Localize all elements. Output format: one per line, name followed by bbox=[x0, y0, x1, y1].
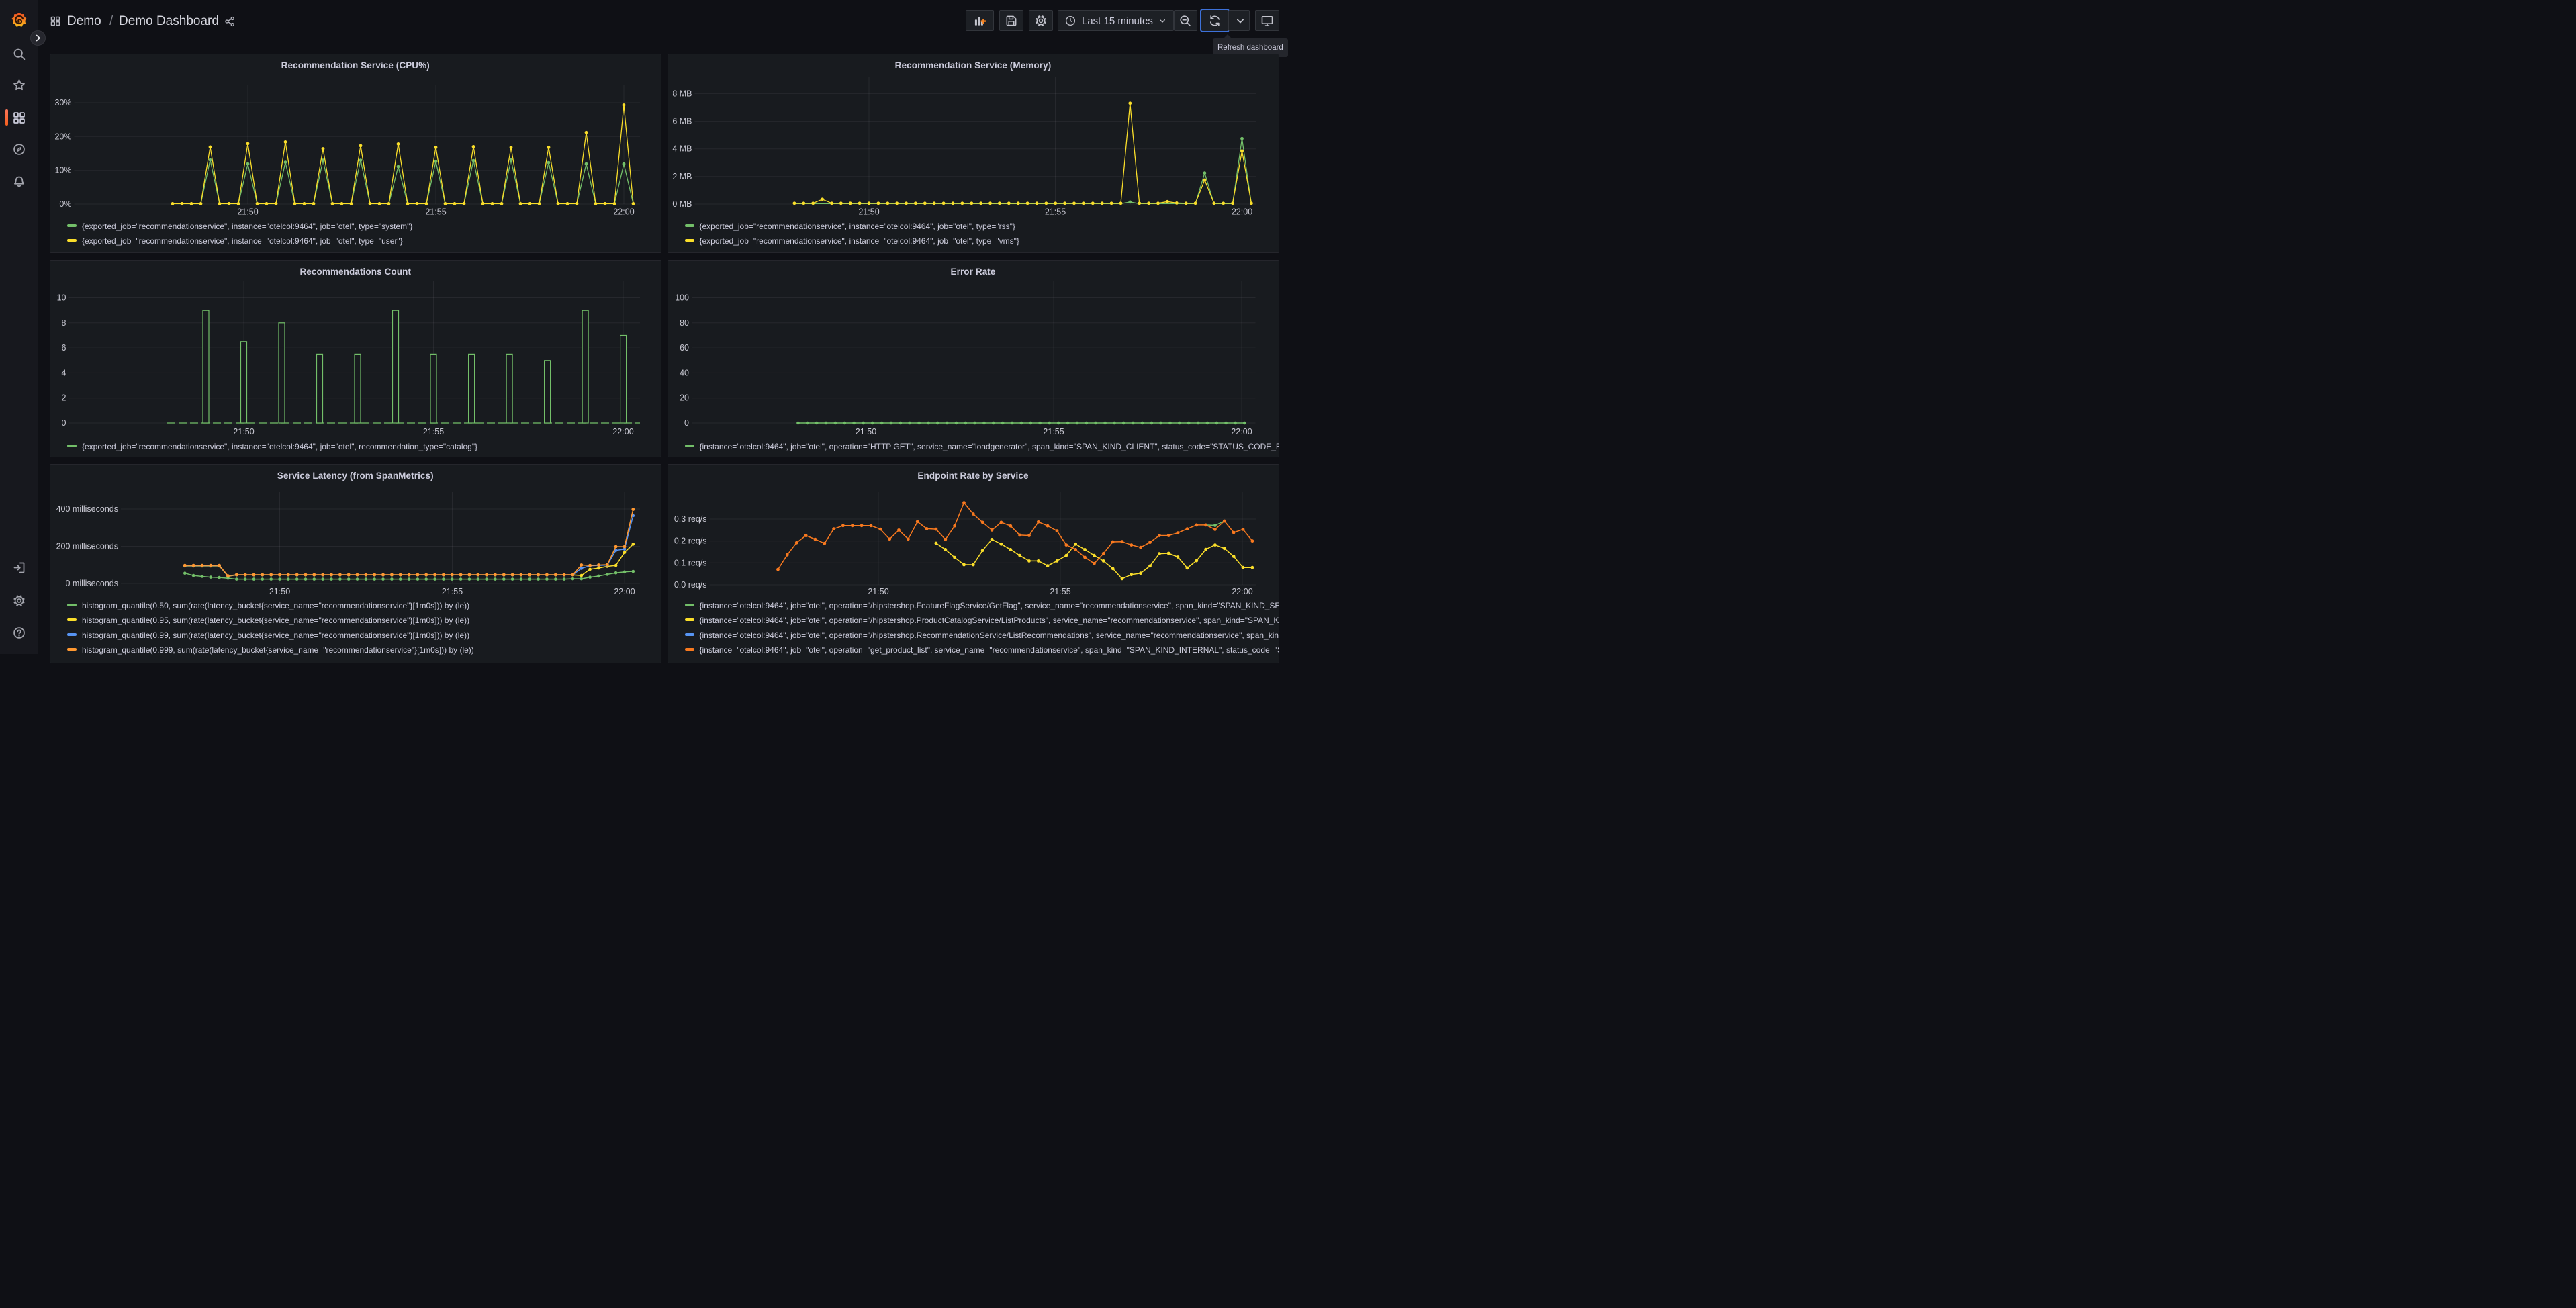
svg-text:6: 6 bbox=[62, 343, 66, 353]
svg-text:21:55: 21:55 bbox=[442, 587, 463, 596]
svg-text:40: 40 bbox=[680, 368, 689, 377]
svg-text:30%: 30% bbox=[54, 98, 71, 107]
svg-text:10%: 10% bbox=[54, 166, 71, 175]
svg-text:22:00: 22:00 bbox=[614, 587, 635, 596]
svg-text:2: 2 bbox=[62, 393, 66, 402]
svg-text:22:00: 22:00 bbox=[1231, 207, 1252, 217]
svg-text:0.1 req/s: 0.1 req/s bbox=[674, 558, 706, 567]
svg-text:100: 100 bbox=[675, 293, 689, 302]
svg-text:2 MB: 2 MB bbox=[672, 172, 692, 181]
svg-text:21:50: 21:50 bbox=[233, 427, 254, 436]
svg-text:21:55: 21:55 bbox=[1050, 587, 1070, 596]
svg-text:21:50: 21:50 bbox=[858, 207, 879, 217]
svg-text:0 milliseconds: 0 milliseconds bbox=[65, 579, 118, 588]
svg-text:22:00: 22:00 bbox=[1232, 587, 1252, 596]
svg-text:400 milliseconds: 400 milliseconds bbox=[56, 504, 118, 514]
svg-text:8 MB: 8 MB bbox=[672, 89, 692, 98]
svg-text:80: 80 bbox=[680, 318, 689, 327]
svg-text:21:55: 21:55 bbox=[423, 427, 444, 436]
svg-text:22:00: 22:00 bbox=[1231, 427, 1252, 436]
svg-text:0 MB: 0 MB bbox=[672, 199, 692, 209]
svg-text:22:00: 22:00 bbox=[612, 427, 633, 436]
svg-text:4 MB: 4 MB bbox=[672, 144, 692, 154]
svg-text:6 MB: 6 MB bbox=[672, 117, 692, 126]
svg-text:60: 60 bbox=[680, 343, 689, 353]
svg-text:0.3 req/s: 0.3 req/s bbox=[674, 514, 706, 524]
svg-text:21:55: 21:55 bbox=[1044, 207, 1065, 217]
svg-text:0: 0 bbox=[62, 418, 66, 428]
svg-text:21:55: 21:55 bbox=[1043, 427, 1064, 436]
svg-text:0.0 req/s: 0.0 req/s bbox=[674, 580, 706, 590]
svg-text:200 milliseconds: 200 milliseconds bbox=[56, 541, 118, 551]
svg-text:0.2 req/s: 0.2 req/s bbox=[674, 536, 706, 545]
svg-text:0%: 0% bbox=[59, 199, 71, 209]
svg-text:10: 10 bbox=[57, 293, 66, 302]
svg-text:20: 20 bbox=[680, 393, 689, 402]
svg-text:21:50: 21:50 bbox=[855, 427, 876, 436]
svg-text:0: 0 bbox=[684, 418, 689, 428]
svg-text:21:55: 21:55 bbox=[425, 207, 446, 217]
svg-text:4: 4 bbox=[62, 368, 66, 377]
svg-text:20%: 20% bbox=[54, 132, 71, 141]
svg-text:21:50: 21:50 bbox=[237, 207, 258, 217]
svg-text:21:50: 21:50 bbox=[868, 587, 888, 596]
svg-text:22:00: 22:00 bbox=[613, 207, 634, 217]
svg-text:21:50: 21:50 bbox=[269, 587, 290, 596]
svg-text:8: 8 bbox=[62, 318, 66, 327]
